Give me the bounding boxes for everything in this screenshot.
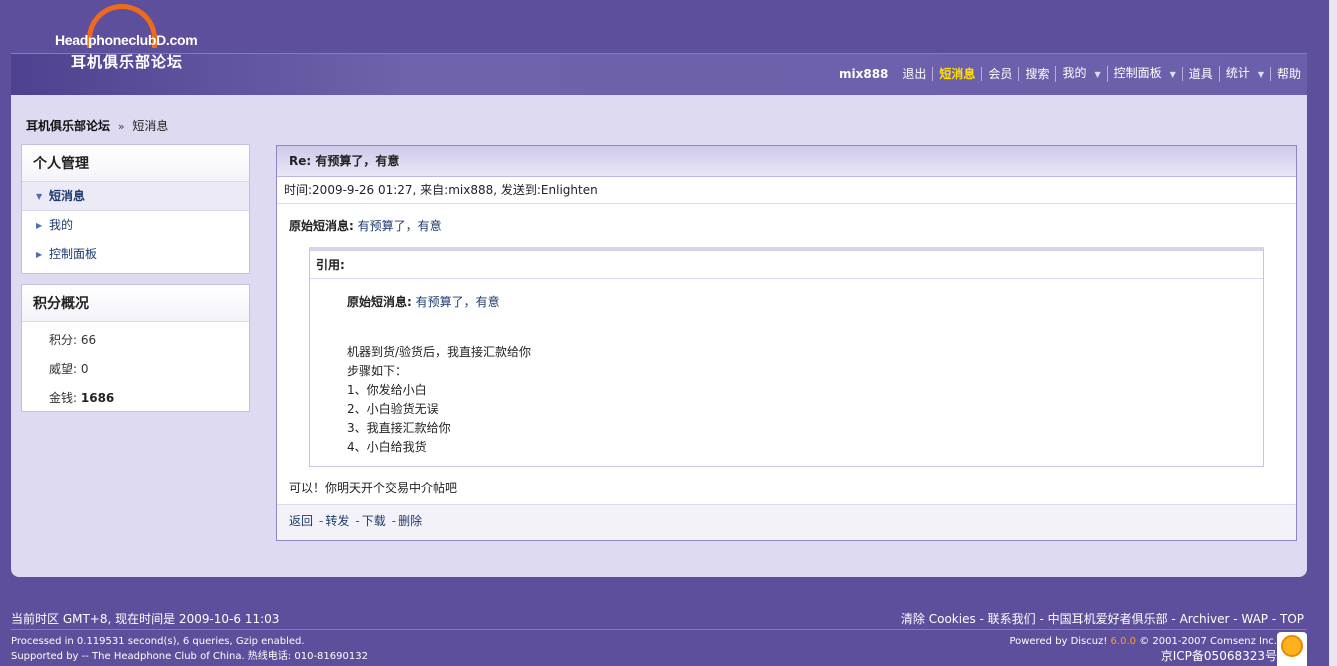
discuz-badge-icon[interactable] (1277, 632, 1307, 666)
original-label: 原始短消息: (289, 219, 354, 233)
nav-pm[interactable]: 短消息 (932, 67, 981, 81)
message-body: 原始短消息: 有预算了，有意 引用: 原始短消息: 有预算了，有意 机器到货/验… (277, 204, 1296, 496)
personal-menu-title: 个人管理 (22, 145, 249, 182)
chevron-right-icon: ▶ (36, 221, 43, 230)
message-title: Re: 有预算了，有意 (277, 146, 1296, 177)
breadcrumb-separator: » (117, 120, 125, 133)
nav-stats-label: 统计 (1225, 66, 1250, 80)
message-panel: Re: 有预算了，有意 时间:2009-9-26 01:27, 来自:mix88… (276, 145, 1297, 541)
site-header: HeadphoneclubD.com 耳机俱乐部论坛 mix888 退出 短消息… (0, 0, 1337, 95)
top-nav: mix888 退出 短消息 会员 搜索 我的 ▼ 控制面板 ▼ 道具 统计 ▼ 帮助 (839, 66, 1307, 82)
nav-logout[interactable]: 退出 (896, 67, 932, 81)
footer-top: 当前时区 GMT+8, 现在时间是 2009-10-6 11:03 清除 Coo… (11, 610, 1307, 630)
sidebar-item-label: 我的 (49, 218, 74, 232)
footer-icp[interactable]: 京ICP备05068323号 (1009, 649, 1277, 664)
footer-timezone: 当前时区 GMT+8, 现在时间是 2009-10-6 11:03 (11, 612, 280, 626)
chevron-down-icon: ▼ (1169, 70, 1176, 79)
chevron-down-icon: ▼ (1094, 70, 1101, 79)
original-link[interactable]: 有预算了，有意 (358, 219, 442, 233)
personal-menu: 个人管理 ▼ 短消息 ▶ 我的 ▶ 控制面板 (21, 144, 250, 274)
quote-body: 原始短消息: 有预算了，有意 机器到货/验货后，我直接汇款给你 步骤如下： 1、… (310, 279, 1263, 457)
footer-supported: Supported by -- The Headphone Club of Ch… (11, 651, 368, 662)
quote-line: 1、你发给小白 (347, 383, 427, 397)
stat-value: 66 (80, 333, 97, 347)
quote-original-link[interactable]: 有预算了，有意 (416, 295, 500, 309)
powered-text[interactable]: Powered by Discuz! (1009, 636, 1107, 647)
powered-copyright: © 2001-2007 Comsenz Inc. (1139, 636, 1277, 647)
chevron-down-icon: ▼ (1257, 70, 1264, 79)
sidebar-item-pm[interactable]: ▼ 短消息 (22, 182, 249, 211)
quote-title: 引用: (310, 251, 1263, 279)
quote-original: 原始短消息: 有预算了，有意 (347, 293, 1226, 312)
quote-line: 机器到货/验货后，我直接汇款给你 (347, 345, 532, 359)
original-message: 原始短消息: 有预算了，有意 (289, 217, 1284, 234)
message-meta: 时间:2009-9-26 01:27, 来自:mix888, 发送到:Enlig… (277, 177, 1296, 204)
quote-line: 2、小白验货无误 (347, 402, 439, 416)
nav-control-panel[interactable]: 控制面板 ▼ (1106, 66, 1182, 82)
stat-value: 1686 (80, 391, 115, 405)
score-overview: 积分概况 积分: 66 威望: 0 金钱: 1686 (21, 284, 250, 412)
sidebar-item-control-panel[interactable]: ▶ 控制面板 (22, 240, 249, 269)
footer-powered: Powered by Discuz! 6.0.0 © 2001-2007 Com… (1009, 634, 1277, 664)
download-link[interactable]: 下载 (362, 514, 386, 528)
delete-link[interactable]: 删除 (398, 514, 422, 528)
breadcrumb-home[interactable]: 耳机俱乐部论坛 (26, 119, 110, 133)
nav-tools[interactable]: 道具 (1181, 67, 1219, 81)
stat-money: 金钱: 1686 (22, 384, 249, 413)
logo-cn-text: 耳机俱乐部论坛 (71, 53, 184, 71)
message-actions: 返回 - 转发 - 下载 - 删除 (277, 504, 1296, 540)
quote-original-label: 原始短消息: (347, 295, 412, 309)
quote-line: 4、小白给我货 (347, 440, 427, 454)
nav-my[interactable]: 我的 ▼ (1055, 66, 1106, 82)
reply-text: 可以！你明天开个交易中介帖吧 (289, 481, 458, 495)
footer-credits: Processed in 0.119531 second(s), 6 queri… (11, 634, 368, 664)
stat-score: 积分: 66 (22, 326, 249, 355)
quote-line: 3、我直接汇款给你 (347, 421, 451, 435)
sidebar-item-my[interactable]: ▶ 我的 (22, 211, 249, 240)
scrollbar[interactable] (1329, 0, 1337, 666)
powered-version: 6.0.0 (1110, 636, 1136, 647)
nav-stats[interactable]: 统计 ▼ (1218, 66, 1270, 82)
main-content: 耳机俱乐部论坛 » 短消息 个人管理 ▼ 短消息 ▶ 我的 ▶ 控制面板 积分概… (11, 95, 1307, 577)
stat-label: 积分: (49, 333, 78, 347)
nav-my-label: 我的 (1062, 66, 1087, 80)
nav-control-panel-label: 控制面板 (1113, 66, 1162, 80)
chevron-right-icon: ▶ (36, 250, 43, 259)
nav-username[interactable]: mix888 (839, 67, 888, 81)
forward-link[interactable]: 转发 (325, 514, 349, 528)
footer-bottom: Processed in 0.119531 second(s), 6 queri… (11, 634, 1307, 666)
breadcrumb: 耳机俱乐部论坛 » 短消息 (26, 117, 168, 134)
sidebar-item-label: 控制面板 (49, 247, 98, 261)
footer-processed: Processed in 0.119531 second(s), 6 queri… (11, 636, 305, 647)
stat-label: 金钱: (49, 391, 78, 405)
site-logo[interactable]: HeadphoneclubD.com 耳机俱乐部论坛 (55, 4, 215, 72)
stat-value: 0 (80, 362, 89, 376)
stat-label: 威望: (49, 362, 78, 376)
quote-block: 引用: 原始短消息: 有预算了，有意 机器到货/验货后，我直接汇款给你 步骤如下… (309, 247, 1264, 467)
quote-line: 步骤如下： (347, 364, 408, 378)
chevron-down-icon: ▼ (36, 192, 43, 201)
nav-members[interactable]: 会员 (981, 67, 1018, 81)
back-link[interactable]: 返回 (289, 514, 313, 528)
logo-brand-text: HeadphoneclubD.com (55, 32, 198, 48)
stat-prestige: 威望: 0 (22, 355, 249, 384)
nav-help[interactable]: 帮助 (1269, 67, 1307, 81)
footer-links[interactable]: 清除 Cookies - 联系我们 - 中国耳机爱好者俱乐部 - Archive… (901, 610, 1304, 628)
sidebar-item-label: 短消息 (49, 189, 86, 203)
score-overview-title: 积分概况 (22, 285, 249, 322)
breadcrumb-current: 短消息 (132, 119, 169, 133)
nav-search[interactable]: 搜索 (1018, 67, 1055, 81)
footer-powered-line: Powered by Discuz! 6.0.0 © 2001-2007 Com… (1009, 634, 1277, 649)
